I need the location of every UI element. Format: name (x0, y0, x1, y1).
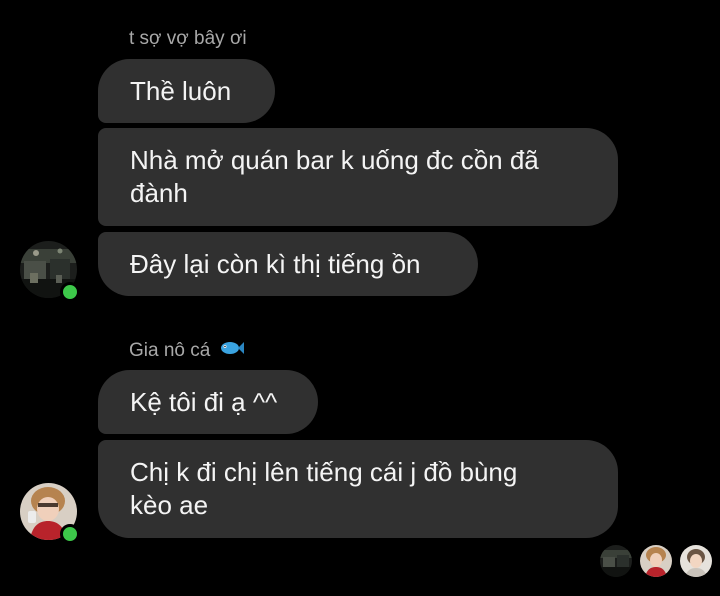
seen-by-avatar (640, 545, 672, 577)
message-bubble[interactable]: Đây lại còn kì thị tiếng ồn (98, 232, 478, 296)
message-bubble[interactable]: Kệ tôi đi ạ ^^ (98, 370, 318, 434)
message-text-line: kèo ae (130, 490, 209, 520)
message-bubble[interactable]: Thề luôn (98, 59, 275, 123)
sender-name-text: Gia nô cá (129, 340, 211, 362)
message-bubble[interactable]: Nhà mở quán bar k uống đc cồn đã đành (98, 128, 618, 226)
message-text: Kệ tôi đi ạ ^^ (130, 387, 278, 417)
message-text-line: Chị k đi chị lên tiếng cái j đồ bùng (130, 457, 518, 487)
seen-by-avatar (680, 545, 712, 577)
seen-by-avatar (600, 545, 632, 577)
message-text-line: Nhà mở quán bar k uống đc cồn đã (130, 145, 539, 175)
message-text: Đây lại còn kì thị tiếng ồn (130, 249, 421, 279)
online-status-dot (60, 524, 80, 544)
message-text: Thề luôn (130, 76, 232, 106)
message-bubble[interactable]: Chị k đi chị lên tiếng cái j đồ bùng kèo… (98, 440, 618, 538)
sender-name: t sợ vợ bây ơi (129, 28, 247, 49)
online-status-dot (60, 282, 80, 302)
message-text-line: đành (130, 178, 188, 208)
sender-name: Gia nô cá (129, 340, 244, 362)
fish-emoji-icon (220, 340, 244, 362)
